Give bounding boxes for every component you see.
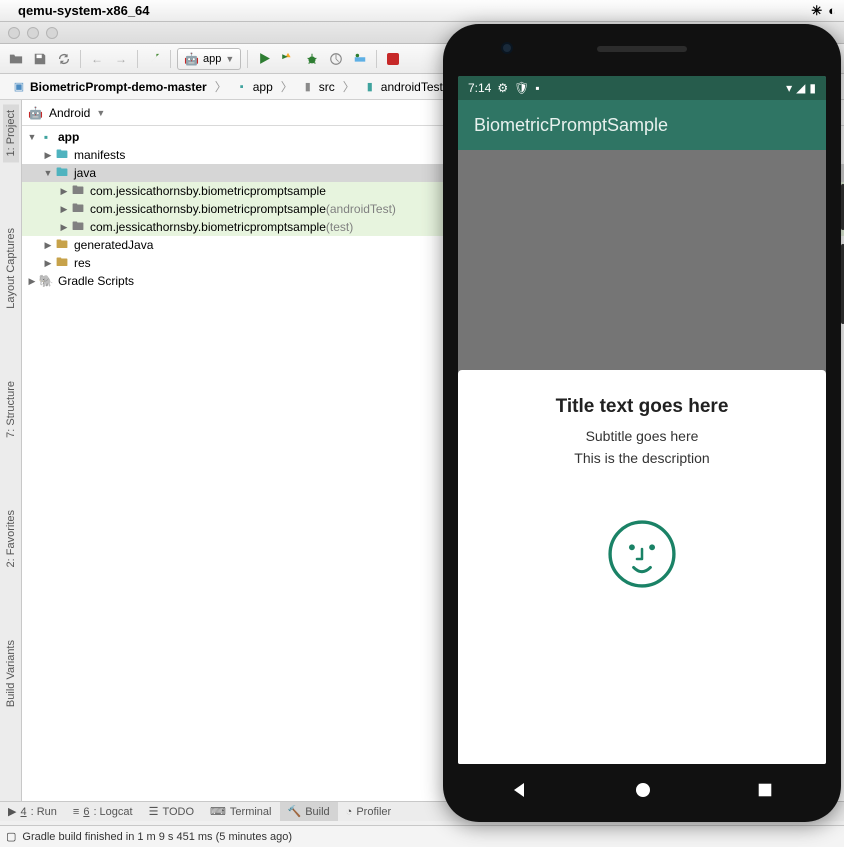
status-icon: ▢ — [6, 830, 16, 843]
face-icon — [600, 512, 684, 596]
chevron-right-icon: 〉 — [281, 78, 293, 95]
status-time: 7:14 — [468, 81, 491, 95]
android-nav-bar — [458, 768, 826, 812]
menubar-extra-icon[interactable]: ◐ — [828, 3, 836, 19]
emulator-device-frame: 7:14 ⚙ 🛡 ▪ ▾ ◢ ▮ BiometricPromptSample T… — [443, 24, 841, 822]
run-button[interactable] — [254, 49, 274, 69]
profile-icon[interactable] — [326, 49, 346, 69]
app-toolbar: BiometricPromptSample — [458, 100, 826, 150]
save-icon[interactable] — [30, 49, 50, 69]
zoom-window-icon[interactable] — [46, 27, 58, 39]
tool-tab-favorites[interactable]: 2: Favorites — [3, 504, 19, 573]
dialog-description: This is the description — [574, 450, 709, 466]
android-status-bar: 7:14 ⚙ 🛡 ▪ ▾ ◢ ▮ — [458, 76, 826, 100]
tab-build[interactable]: 🔨 Build — [280, 802, 338, 821]
close-window-icon[interactable] — [8, 27, 20, 39]
status-text: Gradle build finished in 1 m 9 s 451 ms … — [22, 831, 292, 843]
nav-home-button[interactable] — [633, 780, 653, 800]
crumb-app[interactable]: ▪ app — [229, 78, 279, 96]
tab-profiler[interactable]: ◔ Profiler — [338, 802, 400, 821]
chevron-right-icon: 〉 — [215, 78, 227, 95]
folder-icon: ▮ — [363, 80, 377, 94]
app-menu-title[interactable]: qemu-system-x86_64 — [18, 3, 150, 18]
device-speaker — [597, 46, 687, 52]
module-icon: ▪ — [235, 80, 249, 94]
redo-icon[interactable]: → — [111, 49, 131, 69]
tool-tab-project[interactable]: 1: Project — [3, 104, 19, 162]
crumb-label: androidTest — [381, 80, 443, 94]
tab-terminal[interactable]: ⌨ Terminal — [202, 802, 279, 821]
signal-icon: ◢ — [796, 81, 805, 95]
stop-button[interactable] — [383, 49, 403, 69]
battery-icon: ▮ — [809, 81, 816, 95]
app-icon: ▪ — [535, 81, 539, 95]
android-icon: 🤖 — [184, 52, 199, 66]
tool-tab-build-variants[interactable]: Build Variants — [3, 634, 19, 713]
debug-button[interactable] — [302, 49, 322, 69]
dialog-title: Title text goes here — [556, 396, 729, 418]
chevron-right-icon: 〉 — [343, 78, 355, 95]
run-config-label: app — [203, 53, 221, 65]
chevron-down-icon[interactable]: ▼ — [96, 108, 105, 118]
folder-icon: ▮ — [301, 80, 315, 94]
tool-tab-structure[interactable]: 7: Structure — [3, 375, 19, 444]
undo-icon[interactable]: ← — [87, 49, 107, 69]
biometric-prompt-dialog: Title text goes here Subtitle goes here … — [458, 370, 826, 764]
crumb-label: src — [319, 80, 335, 94]
tab-todo[interactable]: ☰ TODO — [141, 802, 202, 821]
sync-icon[interactable] — [54, 49, 74, 69]
crumb-src[interactable]: ▮ src — [295, 78, 341, 96]
build-icon[interactable] — [144, 49, 164, 69]
tab-logcat[interactable]: ≡ 6: Logcat — [65, 802, 141, 821]
status-bar: ▢ Gradle build finished in 1 m 9 s 451 m… — [0, 825, 844, 847]
dialog-subtitle: Subtitle goes here — [586, 428, 699, 444]
gear-icon: ⚙ — [497, 81, 508, 95]
device-screen[interactable]: 7:14 ⚙ 🛡 ▪ ▾ ◢ ▮ BiometricPromptSample T… — [458, 76, 826, 764]
left-tool-gutter: 1: Project Layout Captures 7: Structure … — [0, 100, 22, 821]
macos-menubar: qemu-system-x86_64 ✳︎ ◐ — [0, 0, 844, 22]
shield-icon: 🛡 — [514, 81, 529, 95]
open-icon[interactable] — [6, 49, 26, 69]
nav-back-button[interactable] — [510, 780, 530, 800]
android-icon: 🤖 — [28, 106, 43, 120]
crumb-label: BiometricPrompt-demo-master — [30, 80, 207, 94]
minimize-window-icon[interactable] — [27, 27, 39, 39]
apply-changes-icon[interactable] — [278, 49, 298, 69]
tool-tab-captures[interactable]: Layout Captures — [3, 222, 19, 315]
project-icon: ▣ — [12, 80, 26, 94]
crumb-root[interactable]: ▣ BiometricPrompt-demo-master — [6, 78, 213, 96]
tab-run[interactable]: ▶ 4: Run — [0, 802, 65, 821]
project-view-mode[interactable]: Android — [49, 106, 90, 120]
wifi-icon: ▾ — [786, 81, 792, 95]
chevron-down-icon: ▼ — [225, 54, 234, 64]
crumb-label: app — [253, 80, 273, 94]
app-title: BiometricPromptSample — [474, 115, 668, 136]
crumb-androidtest[interactable]: ▮ androidTest — [357, 78, 449, 96]
app-content: Title text goes here Subtitle goes here … — [458, 150, 826, 764]
run-config-selector[interactable]: 🤖 app ▼ — [177, 48, 241, 70]
menubar-extra-icon[interactable]: ✳︎ — [811, 3, 822, 19]
nav-recent-button[interactable] — [756, 781, 774, 799]
attach-debugger-icon[interactable] — [350, 49, 370, 69]
device-camera — [501, 42, 513, 54]
